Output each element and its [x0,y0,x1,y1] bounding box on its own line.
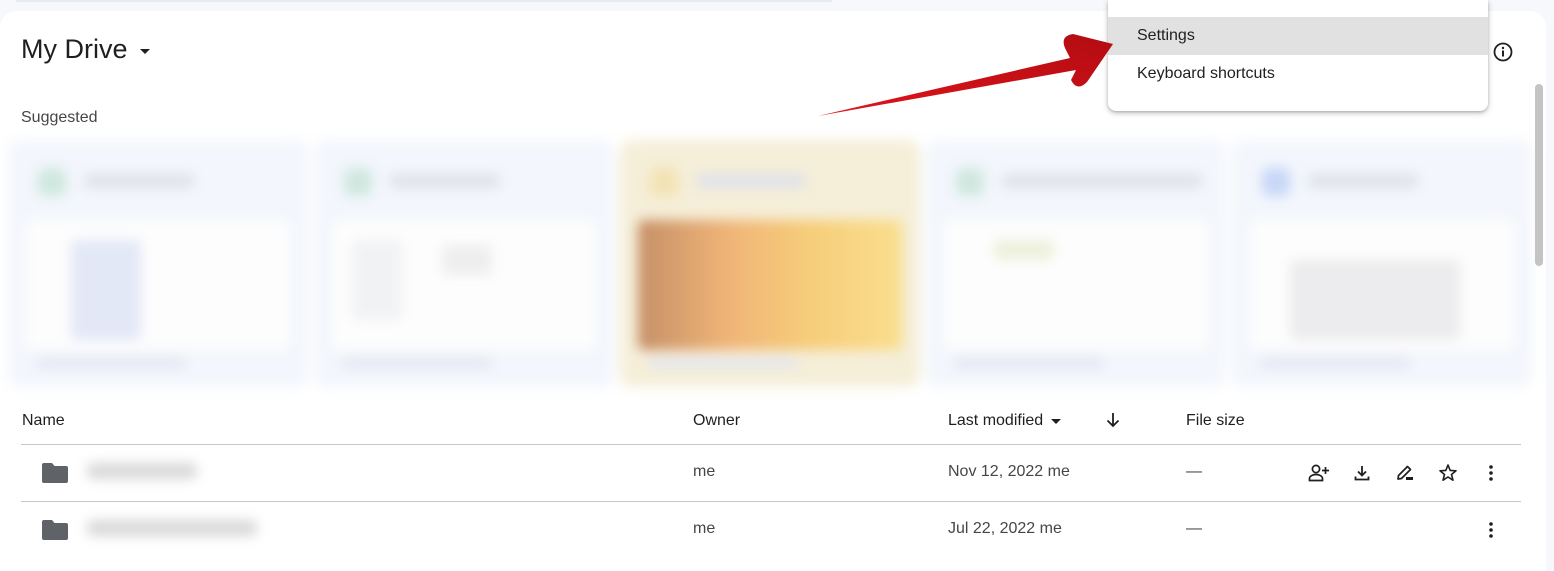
card-thumbnail [638,220,902,350]
vertical-scrollbar[interactable] [1535,84,1543,266]
size-cell: — [1186,520,1202,537]
page-title: My Drive [21,34,128,64]
card-reason-blurred [648,358,798,368]
card-thumbnail [1250,220,1514,350]
suggested-card[interactable] [1232,140,1532,387]
file-type-icon [38,168,66,196]
arrow-down-icon [1106,413,1120,428]
my-drive-dropdown[interactable]: My Drive [21,34,150,65]
suggested-card[interactable] [620,140,920,387]
file-type-icon [1262,168,1290,196]
more-actions-button[interactable] [1479,518,1503,542]
card-thumbnail [944,220,1208,350]
card-title-blurred [696,174,806,188]
card-reason-blurred [1260,358,1410,368]
card-title-blurred [1308,174,1418,188]
column-last-modified[interactable]: Last modified [948,412,1062,430]
suggested-cards [8,140,1532,387]
column-file-size[interactable]: File size [1186,412,1245,430]
column-owner[interactable]: Owner [693,412,740,430]
size-cell: — [1186,463,1202,480]
card-reason-blurred [36,358,186,368]
table-row[interactable]: me Jul 22, 2022 me — [21,502,1521,558]
sort-direction-button[interactable] [1104,411,1122,434]
last-modified-label: Last modified [948,412,1044,429]
modified-cell: Jul 22, 2022 me [948,520,1062,537]
suggested-card[interactable] [926,140,1226,387]
share-icon [1308,464,1329,482]
suggested-card[interactable] [314,140,614,387]
card-thumbnail [332,220,596,350]
card-reason-blurred [954,358,1104,368]
folder-icon [42,520,68,540]
settings-menu: Settings Keyboard shortcuts [1108,0,1488,111]
column-name[interactable]: Name [22,412,65,430]
menu-item-settings[interactable]: Settings [1108,17,1488,55]
card-title-blurred [84,174,194,188]
file-name-blurred [87,520,257,536]
menu-item-label: Keyboard shortcuts [1137,65,1275,82]
card-title-blurred [1002,174,1202,188]
card-title-blurred [390,174,500,188]
download-button[interactable] [1350,461,1374,485]
rename-icon [1397,465,1413,480]
modified-cell: Nov 12, 2022 me [948,463,1070,480]
more-vert-icon [1489,522,1493,538]
info-icon [1493,42,1513,62]
rename-button[interactable] [1393,461,1417,485]
info-button[interactable] [1492,41,1514,63]
menu-item-label: Settings [1137,27,1195,44]
more-vert-icon [1489,465,1493,481]
top-search-strip [16,0,832,2]
owner-cell: me [693,463,716,480]
star-icon [1439,464,1457,481]
file-type-icon [956,168,984,196]
file-type-icon [344,168,372,196]
row-hover-actions [1307,461,1460,485]
caret-down-icon [1051,418,1062,424]
more-actions-button[interactable] [1479,461,1503,485]
card-reason-blurred [342,358,492,368]
table-row[interactable]: me Nov 12, 2022 me — [21,445,1521,502]
card-thumbnail [26,220,290,350]
folder-icon [42,463,68,483]
star-button[interactable] [1436,461,1460,485]
suggested-heading: Suggested [21,109,98,126]
owner-cell: me [693,520,716,537]
download-icon [1354,466,1370,481]
caret-down-icon [139,48,150,54]
menu-item-keyboard-shortcuts[interactable]: Keyboard shortcuts [1108,55,1488,93]
file-list-header: Name Owner Last modified File size [21,400,1521,445]
share-button[interactable] [1307,461,1331,485]
file-name-blurred [87,463,197,479]
file-type-icon [650,168,678,196]
suggested-card[interactable] [8,140,308,387]
